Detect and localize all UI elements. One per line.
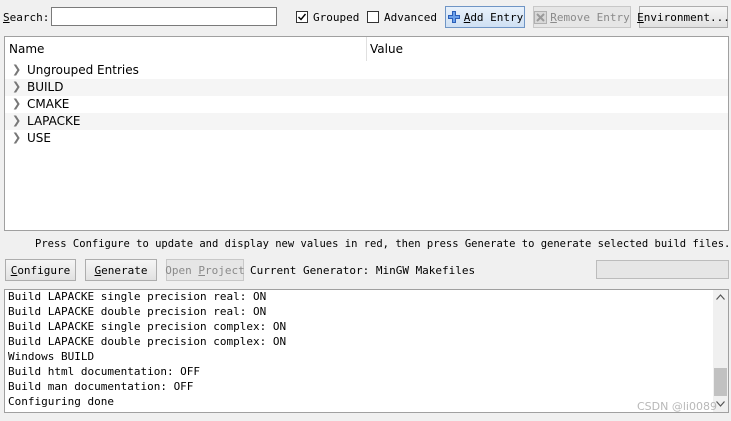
plus-icon xyxy=(447,11,460,23)
environment-label: nvironment... xyxy=(643,10,730,24)
environment-button[interactable]: Environment... xyxy=(637,6,730,28)
remove-icon xyxy=(534,10,548,24)
tree-row-lapacke[interactable]: ❯ LAPACKE xyxy=(5,113,728,130)
configure-label: onfigure xyxy=(17,263,71,277)
open-project-mnemonic: P xyxy=(198,263,205,277)
open-project-label-prefix: Open xyxy=(165,263,199,277)
open-project-button[interactable]: Open Project xyxy=(165,259,245,281)
hint-text: Press Configure to update and display ne… xyxy=(35,238,731,250)
log-line: Build LAPACKE single precision complex: … xyxy=(8,320,287,333)
add-entry-label: dd Entry xyxy=(470,10,524,24)
column-header-name[interactable]: Name xyxy=(9,42,44,56)
tree-row-ungrouped-entries[interactable]: ❯ Ungrouped Entries xyxy=(5,62,728,79)
column-header-value[interactable]: Value xyxy=(370,42,403,56)
expand-chevron-icon[interactable]: ❯ xyxy=(12,80,21,93)
add-entry-button[interactable]: Add Entry xyxy=(445,6,525,28)
remove-entry-label: emove Entry xyxy=(556,10,630,24)
configure-button[interactable]: Configure xyxy=(5,259,76,281)
remove-entry-button[interactable]: Remove Entry xyxy=(533,6,631,28)
grouped-label: Grouped xyxy=(313,11,360,24)
log-line: Build html documentation: OFF xyxy=(8,365,201,378)
expand-chevron-icon[interactable]: ❯ xyxy=(12,63,21,76)
remove-entry-mnemonic: R xyxy=(550,10,557,24)
log-line: Build LAPACKE double precision real: ON xyxy=(8,305,267,318)
generate-button[interactable]: Generate xyxy=(85,259,157,281)
advanced-label: Advanced xyxy=(384,11,437,24)
search-label-mnemonic: S xyxy=(3,11,10,24)
environment-mnemonic: E xyxy=(637,10,644,24)
tree-row-label: CMAKE xyxy=(27,97,70,111)
configure-mnemonic: C xyxy=(10,263,18,277)
advanced-checkbox[interactable] xyxy=(367,11,379,23)
scrollbar-thumb[interactable] xyxy=(714,368,727,396)
open-project-label: roject xyxy=(205,263,245,277)
tree-row-build[interactable]: ❯ BUILD xyxy=(5,79,728,96)
generate-label: enerate xyxy=(101,263,148,277)
tree-row-cmake[interactable]: ❯ CMAKE xyxy=(5,96,728,113)
add-entry-mnemonic: A xyxy=(463,10,471,24)
expand-chevron-icon[interactable]: ❯ xyxy=(12,114,21,127)
tree-row-label: Ungrouped Entries xyxy=(27,63,139,77)
output-log[interactable]: Build LAPACKE single precision real: ON … xyxy=(4,289,729,413)
log-line: Configuring done xyxy=(8,395,114,408)
watermark: CSDN @li0089 xyxy=(637,400,717,413)
current-generator-label: Current Generator: MinGW Makefiles xyxy=(250,264,476,277)
expand-chevron-icon[interactable]: ❯ xyxy=(12,97,21,110)
scroll-up-icon[interactable] xyxy=(713,290,728,304)
column-divider xyxy=(366,37,367,61)
progress-bar xyxy=(596,260,729,279)
tree-row-label: USE xyxy=(27,131,51,145)
tree-row-use[interactable]: ❯ USE xyxy=(5,130,728,147)
grouped-checkbox[interactable] xyxy=(296,11,308,23)
search-label: Search: xyxy=(3,11,49,24)
search-label-text: earch: xyxy=(9,11,50,24)
expand-chevron-icon[interactable]: ❯ xyxy=(12,131,21,144)
tree-row-label: BUILD xyxy=(27,80,64,94)
cache-tree[interactable]: Name Value ❯ Ungrouped Entries ❯ BUILD ❯… xyxy=(4,36,729,231)
log-line: Build LAPACKE double precision complex: … xyxy=(8,335,287,348)
search-input[interactable] xyxy=(51,7,277,26)
log-line: Windows BUILD xyxy=(8,350,95,363)
log-line: Build LAPACKE single precision real: ON xyxy=(8,290,267,303)
generate-mnemonic: G xyxy=(94,263,102,277)
log-line: Build man documentation: OFF xyxy=(8,380,194,393)
log-scrollbar[interactable] xyxy=(713,290,728,412)
checkmark-icon xyxy=(298,13,307,21)
tree-header: Name Value xyxy=(5,37,728,61)
tree-row-label: LAPACKE xyxy=(27,114,81,128)
